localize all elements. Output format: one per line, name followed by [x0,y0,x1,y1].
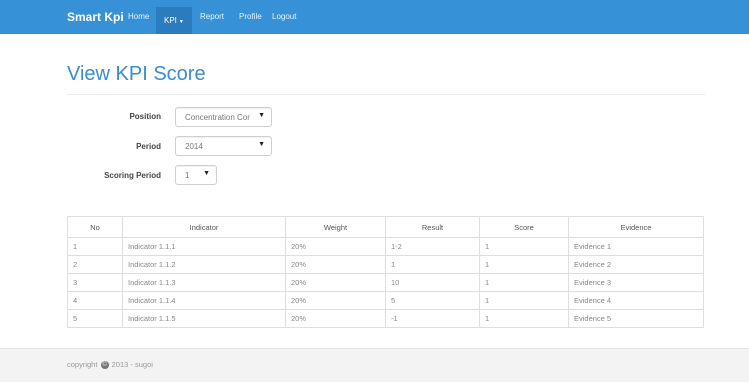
header-indicator: Indicator [122,216,286,238]
cell-result: 10 [385,273,480,292]
nav-profile[interactable]: Profile [239,12,262,21]
table-row: 2 Indicator 1.1.2 20% 1 1 Evidence 2 [67,255,704,274]
cell-weight: 20% [285,291,386,310]
header-score: Score [479,216,569,238]
position-label: Position [129,112,161,121]
cell-evidence: Evidence 5 [568,309,704,328]
cell-weight: 20% [285,309,386,328]
scoring-period-select[interactable]: 1 ▼ [175,165,217,185]
cell-no: 2 [67,255,123,274]
cell-score: 1 [479,309,569,328]
page-title: View KPI Score [67,63,206,85]
cell-no: 5 [67,309,123,328]
nav-kpi[interactable]: KPI ▼ [156,7,192,34]
nav-home[interactable]: Home [128,12,149,21]
chevron-down-icon: ▼ [258,112,265,119]
period-select-value: 2014 [185,142,203,151]
cell-no: 1 [67,237,123,256]
scoring-period-label: Scoring Period [104,171,161,180]
chevron-down-icon: ▼ [178,19,184,25]
footer-prefix: copyright [67,360,98,369]
brand-link[interactable]: Smart Kpi [67,10,124,24]
nav-logout[interactable]: Logout [272,12,296,21]
chevron-down-icon: ▼ [258,141,265,148]
cell-result: 1 [385,255,480,274]
cell-indicator: Indicator 1.1.2 [122,255,286,274]
table-row: 3 Indicator 1.1.3 20% 10 1 Evidence 3 [67,273,704,292]
cell-no: 4 [67,291,123,310]
cell-indicator: Indicator 1.1.3 [122,273,286,292]
cell-indicator: Indicator 1.1.1 [122,237,286,256]
cell-result: 5 [385,291,480,310]
period-select[interactable]: 2014 ▼ [175,136,272,156]
position-select-value: Concentration Cor [185,113,250,122]
cell-indicator: Indicator 1.1.5 [122,309,286,328]
cell-evidence: Evidence 2 [568,255,704,274]
header-result: Result [385,216,480,238]
period-label: Period [136,142,161,151]
cell-weight: 20% [285,255,386,274]
nav-report[interactable]: Report [200,12,224,21]
cell-score: 1 [479,255,569,274]
cell-result: 1-2 [385,237,480,256]
header-evidence: Evidence [568,216,704,238]
cell-weight: 20% [285,273,386,292]
cell-no: 3 [67,273,123,292]
cell-score: 1 [479,291,569,310]
cell-evidence: Evidence 4 [568,291,704,310]
header-no: No [67,216,123,238]
cell-indicator: Indicator 1.1.4 [122,291,286,310]
chevron-down-icon: ▼ [203,170,210,177]
cell-score: 1 [479,273,569,292]
title-divider [67,94,705,95]
navbar: Smart Kpi Home KPI ▼ Report Profile Logou… [0,0,749,34]
table-row: 1 Indicator 1.1.1 20% 1-2 1 Evidence 1 [67,237,704,256]
cell-result: -1 [385,309,480,328]
scoring-period-select-value: 1 [185,171,190,180]
cell-evidence: Evidence 1 [568,237,704,256]
cell-weight: 20% [285,237,386,256]
footer-suffix: 2013 - sugoi [111,360,153,369]
cell-evidence: Evidence 3 [568,273,704,292]
kpi-score-table: No Indicator Weight Result Score Evidenc… [67,216,704,328]
position-select[interactable]: Concentration Cor ▼ [175,107,272,127]
footer-copyright: copyright © 2013 - sugoi [67,360,153,370]
copyright-icon: © [100,361,109,370]
cell-score: 1 [479,237,569,256]
table-row: 4 Indicator 1.1.4 20% 5 1 Evidence 4 [67,291,704,310]
header-weight: Weight [285,216,386,238]
nav-kpi-label: KPI [164,16,177,25]
table-row: 5 Indicator 1.1.5 20% -1 1 Evidence 5 [67,309,704,328]
footer: copyright © 2013 - sugoi [0,348,749,382]
table-header-row: No Indicator Weight Result Score Evidenc… [67,216,704,238]
